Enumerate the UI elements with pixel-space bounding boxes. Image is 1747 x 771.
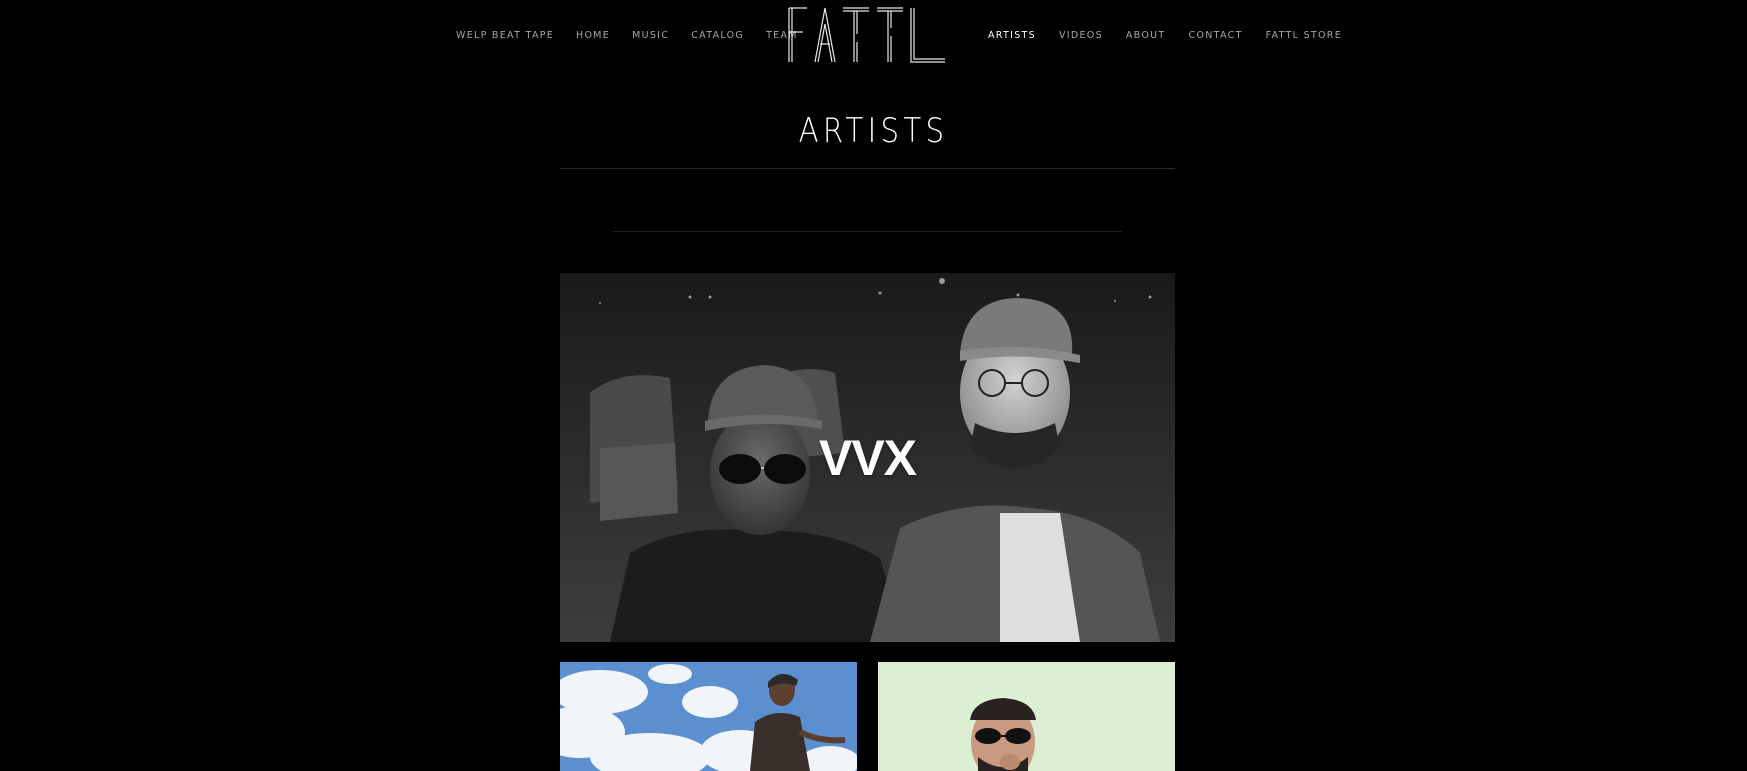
featured-artist-name: VVX (818, 429, 917, 486)
primary-nav-right: ARTISTS VIDEOS ABOUT CONTACT FATTL STORE (988, 28, 1365, 42)
nav-catalog[interactable]: CATALOG (691, 30, 744, 41)
artist-photo-mint (878, 662, 1175, 771)
artist-card[interactable] (878, 662, 1175, 771)
featured-artist-card[interactable]: VVX (560, 273, 1175, 642)
site-logo[interactable] (787, 4, 947, 66)
section-divider (612, 231, 1122, 232)
nav-artists[interactable]: ARTISTS (988, 30, 1036, 41)
nav-about[interactable]: ABOUT (1126, 30, 1166, 41)
primary-nav-left: WELP BEAT TAPE HOME MUSIC CATALOG TEAM (456, 28, 820, 42)
nav-contact[interactable]: CONTACT (1189, 30, 1243, 41)
artist-photo-sky (560, 662, 857, 771)
nav-home[interactable]: HOME (576, 30, 610, 41)
nav-videos[interactable]: VIDEOS (1059, 30, 1103, 41)
title-divider (560, 168, 1175, 169)
artist-card[interactable] (560, 662, 857, 771)
nav-fattl-store[interactable]: FATTL STORE (1266, 30, 1342, 41)
fattl-logo-mark (788, 7, 945, 63)
page-title: ARTISTS (798, 110, 949, 151)
nav-welp-beat-tape[interactable]: WELP BEAT TAPE (456, 30, 554, 41)
page-frame: WELP BEAT TAPE HOME MUSIC CATALOG TEAM A… (0, 0, 1747, 771)
nav-music[interactable]: MUSIC (632, 30, 669, 41)
